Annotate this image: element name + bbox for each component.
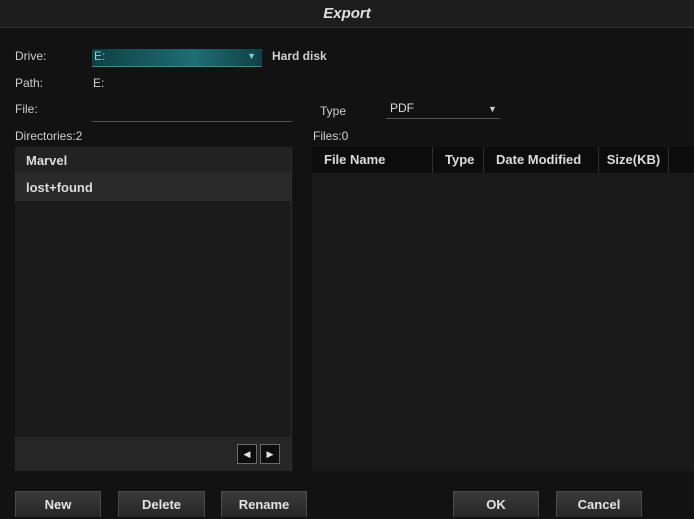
triangle-left-icon: ◀: [243, 449, 251, 459]
directory-item-label: lost+found: [26, 180, 93, 195]
next-page-button[interactable]: ▶: [260, 444, 280, 464]
rename-button[interactable]: Rename: [221, 491, 307, 517]
triangle-right-icon: ▶: [266, 449, 274, 459]
files-list[interactable]: [312, 147, 694, 471]
window-title: Export: [323, 5, 371, 22]
drive-label: Drive:: [15, 49, 47, 63]
column-header-size[interactable]: Size(KB): [599, 147, 669, 173]
directory-item[interactable]: Marvel: [15, 147, 291, 174]
delete-button[interactable]: Delete: [118, 491, 205, 517]
chevron-down-icon: ▼: [247, 51, 256, 61]
file-name-input[interactable]: [92, 101, 292, 122]
directory-item-label: Marvel: [26, 153, 68, 168]
column-header-type[interactable]: Type: [433, 147, 484, 173]
title-bar: Export: [0, 0, 694, 28]
prev-page-button[interactable]: ◀: [237, 444, 257, 464]
drive-type-text: Hard disk: [272, 49, 327, 63]
files-table-header: File Name Type Date Modified Size(KB): [312, 147, 694, 173]
ok-button[interactable]: OK: [453, 491, 539, 517]
directories-list[interactable]: Marvel lost+found: [15, 147, 292, 471]
directory-item[interactable]: lost+found: [15, 174, 291, 201]
path-label: Path:: [15, 76, 44, 90]
file-label: File:: [15, 102, 38, 116]
new-button[interactable]: New: [15, 491, 101, 517]
cancel-button[interactable]: Cancel: [556, 491, 642, 517]
drive-select[interactable]: E: ▼: [92, 49, 262, 67]
type-select[interactable]: PDF ▼: [386, 101, 500, 119]
column-header-file-name[interactable]: File Name: [312, 147, 433, 173]
directories-count: Directories:2: [15, 129, 83, 143]
drive-select-value: E:: [94, 49, 106, 63]
column-header-date-modified[interactable]: Date Modified: [484, 147, 599, 173]
path-value: E:: [93, 76, 105, 90]
type-select-value: PDF: [390, 101, 414, 115]
type-label: Type: [320, 104, 347, 118]
files-count: Files:0: [313, 129, 349, 143]
chevron-down-icon: ▼: [488, 104, 497, 114]
